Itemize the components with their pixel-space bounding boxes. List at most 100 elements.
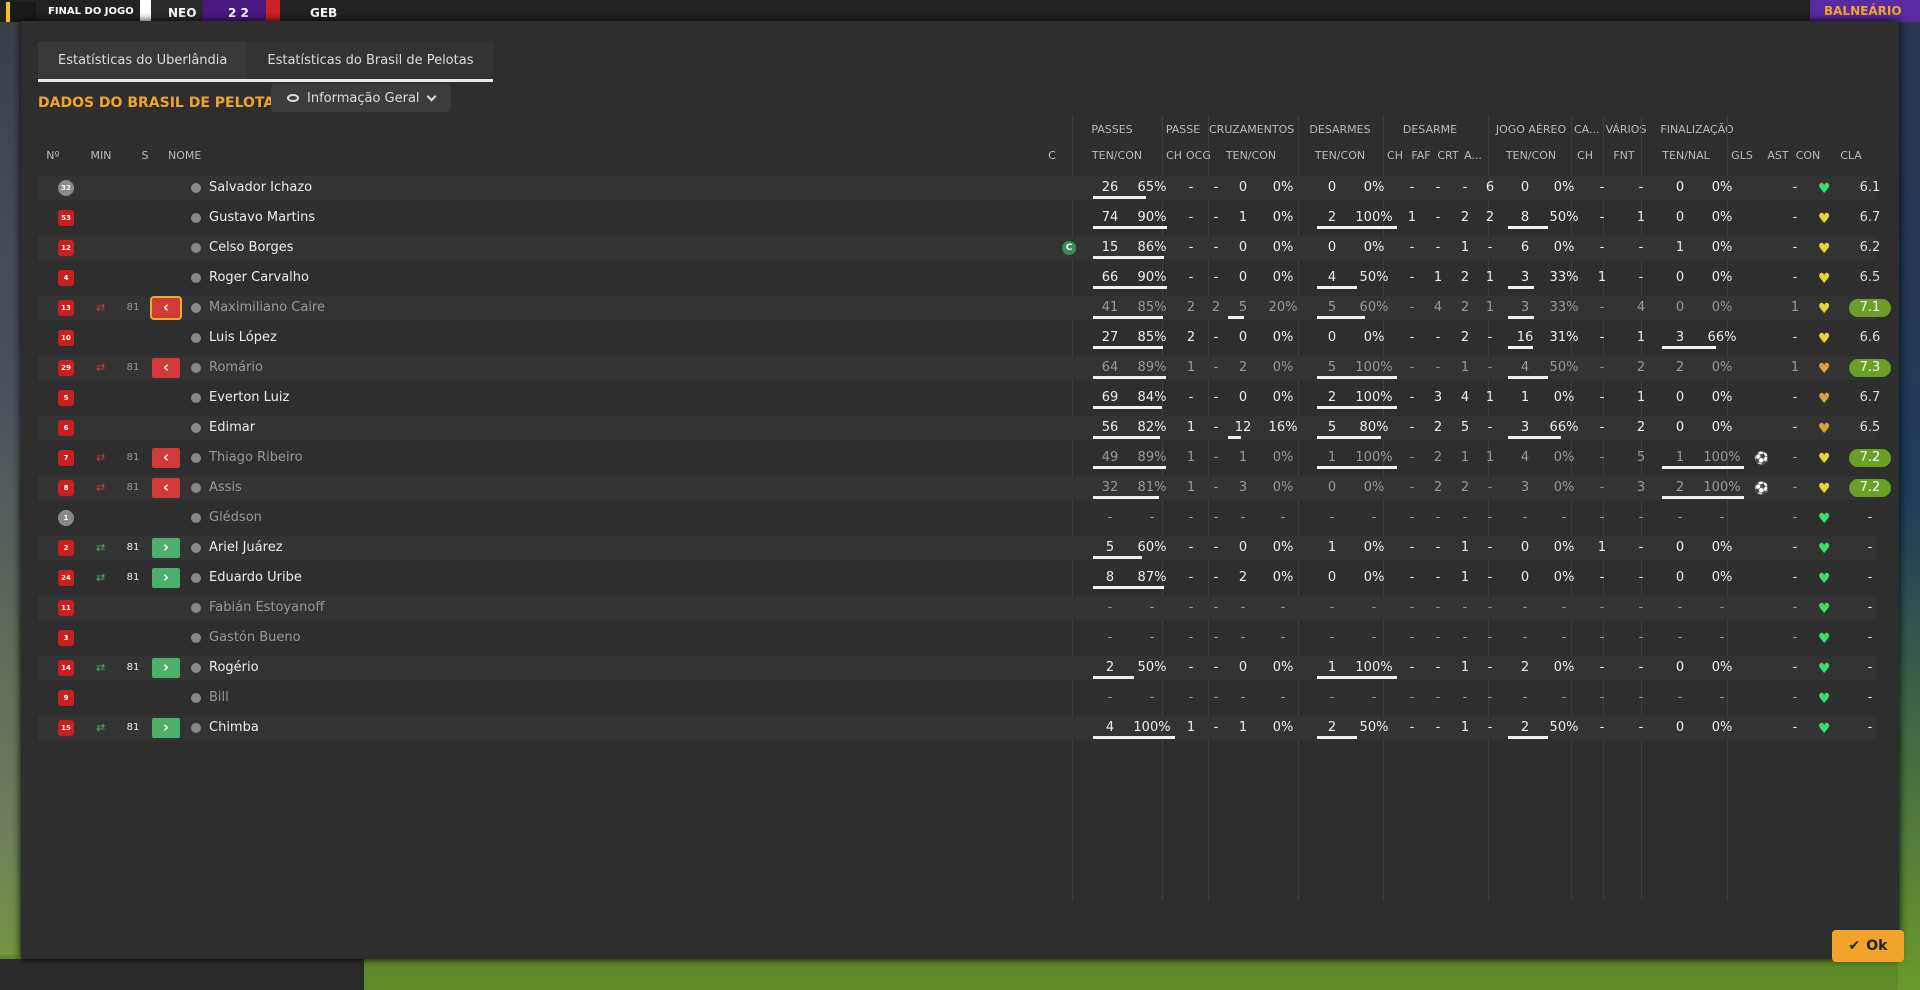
column-header[interactable]: TEN/CON [1491, 149, 1571, 162]
crosses-pct: 0% [1272, 210, 1294, 225]
tackles-bar [1317, 376, 1397, 379]
tab-uberlandia-stats[interactable]: Estatísticas do Uberlândia [38, 42, 248, 82]
column-header[interactable]: CRT [1437, 149, 1459, 162]
player-name[interactable]: Gastón Bueno [209, 626, 709, 650]
column-header[interactable]: A... [1464, 149, 1482, 162]
column-header[interactable]: TEN/CON [1076, 149, 1158, 162]
substituted-off-button[interactable]: ‹ [152, 358, 180, 378]
table-row[interactable]: 7 ⇄ 81 ‹ Thiago Ribeiro 49 89% 1-1 0% 1 100% -2 1 1 4 0… [38, 446, 1891, 470]
table-row[interactable]: 1 Glédson - - - - - - - - - - - - - - - - - - - ♥ - [38, 506, 1876, 530]
condition-heart-icon: ♥ [1818, 391, 1831, 407]
player-name[interactable]: Ariel Juárez [209, 536, 709, 560]
player-name[interactable]: Maximiliano Caire [209, 296, 709, 320]
player-name[interactable]: Bill [209, 686, 709, 710]
player-name[interactable]: Roger Carvalho [209, 266, 709, 290]
column-header[interactable]: GLS [1729, 149, 1755, 162]
passes-attempted: - [1107, 510, 1113, 525]
column-header[interactable]: CON [1794, 149, 1822, 162]
tackles-pct: - [1371, 510, 1377, 525]
aerial-attempted: - [1522, 510, 1528, 525]
tackle-ch: - [1409, 270, 1415, 285]
column-header[interactable]: CLA [1836, 149, 1866, 162]
column-header[interactable]: FNT [1606, 149, 1642, 162]
player-name[interactable]: Chimba [209, 716, 709, 740]
view-select[interactable]: Informação Geral [271, 84, 451, 112]
player-name[interactable]: Salvador Ichazo [209, 176, 709, 200]
substituted-on-button[interactable]: › [152, 658, 180, 678]
player-name[interactable]: Everton Luiz [209, 386, 709, 410]
table-row[interactable]: 12 Celso Borges C 15 86% - -0 0% 0 0% - -1-6 0% - -1 0%… [38, 236, 1880, 260]
substituted-off-button[interactable]: ‹ [152, 448, 180, 468]
player-name[interactable]: Fabián Estoyanoff [209, 596, 709, 620]
passes-pct: 50% [1137, 660, 1167, 675]
column-header[interactable]: NOME [168, 149, 228, 162]
substituted-off-button[interactable]: ‹ [150, 296, 182, 320]
player-name[interactable]: Celso Borges [209, 236, 709, 260]
player-name[interactable]: Edimar [209, 416, 709, 440]
substituted-on-button[interactable]: › [152, 718, 180, 738]
column-header[interactable]: TEN/CON [1209, 149, 1293, 162]
column-header[interactable]: S [135, 149, 155, 162]
shots-pct: 0% [1711, 720, 1733, 735]
substituted-on-button[interactable]: › [152, 568, 180, 588]
passes-bar [1093, 346, 1163, 349]
pass-key: - [1213, 660, 1219, 675]
tackles-pct: 0% [1363, 540, 1385, 555]
aerial-attempted: 2 [1520, 660, 1530, 675]
aerial-attempted: 4 [1520, 450, 1530, 465]
aerial-pct: 0% [1553, 240, 1575, 255]
dressing-room-button[interactable]: BALNEÁRIO [1810, 0, 1920, 22]
table-row[interactable]: 2 ⇄ 81 › Ariel Juárez 5 60% - -0 0% 1 0% - -1-0 0% 1-0 0… [38, 536, 1876, 560]
player-name[interactable]: Luis López [209, 326, 709, 350]
player-name[interactable]: Gustavo Martins [209, 206, 709, 230]
player-name[interactable]: Glédson [209, 506, 709, 530]
column-header[interactable]: CH [1165, 149, 1183, 162]
tackle-ch: - [1409, 450, 1415, 465]
cards: 1 [1460, 240, 1470, 255]
table-row[interactable]: 11 Fabián Estoyanoff - - - - - - - - - - - - - - - - - - - ♥ - [38, 596, 1876, 620]
table-row[interactable]: 24 ⇄ 81 › Eduardo Uribe 8 87% - -2 0% 0 0% - -1-0 0% - -… [38, 566, 1876, 590]
column-header[interactable]: MIN [86, 149, 116, 162]
column-header[interactable]: TEN/NAL [1645, 149, 1727, 162]
tab-brasil-pelotas-stats[interactable]: Estatísticas do Brasil de Pelotas [247, 42, 494, 82]
column-header[interactable]: Nº [41, 149, 65, 162]
player-name[interactable]: Romário [209, 356, 709, 380]
tackles-pct: - [1371, 690, 1377, 705]
substituted-off-button[interactable]: ‹ [152, 478, 180, 498]
tackle-a: - [1487, 330, 1493, 345]
assists: - [1792, 420, 1798, 435]
table-row[interactable]: 6 Edimar 56 82% 1-12 16% 5 80% -2 5-3 66% -2 0 0% - ♥ 6.… [38, 416, 1880, 440]
player-name[interactable]: Thiago Ribeiro [209, 446, 709, 470]
table-row[interactable]: 29 ⇄ 81 ‹ Romário 64 89% 1-2 0% 5 100% - -1-4 50% -2 2 0… [38, 356, 1891, 380]
table-row[interactable]: 13 ⇄ 81 ‹ Maximiliano Caire 41 85% 2 2 5 20% 5 60% -4… [38, 296, 1891, 320]
player-name[interactable]: Rogério [209, 656, 709, 680]
player-name[interactable]: Eduardo Uribe [209, 566, 709, 590]
captain-badge: C [1062, 241, 1076, 255]
table-row[interactable]: 15 ⇄ 81 › Chimba 4 100% 1-1 0% 2 50% - -1-2 50% - -0 0% -… [38, 716, 1876, 740]
table-row[interactable]: 3 Gastón Bueno - - - - - - - - - - - - - - - - - - - ♥ - [38, 626, 1876, 650]
ok-button[interactable]: ✔ Ok [1832, 930, 1904, 962]
player-name[interactable]: Assis [209, 476, 709, 500]
column-header[interactable]: C [1043, 149, 1061, 162]
column-header[interactable]: CH [1386, 149, 1404, 162]
column-header[interactable]: TEN/CON [1300, 149, 1380, 162]
column-header[interactable]: CH [1573, 149, 1597, 162]
table-row[interactable]: 8 ⇄ 81 ‹ Assis 32 81% 1-3 0% 0 0% -2 2-3 0% -3 2 100% ⚽ - ♥… [38, 476, 1891, 500]
table-row[interactable]: 9 Bill - - - - - - - - - - - - - - - - - - - ♥ - [38, 686, 1876, 710]
table-row[interactable]: 5 Everton Luiz 69 84% - -0 0% 2 100% -3 4 1 1 0% -1 0 0%… [38, 386, 1880, 410]
substituted-on-button[interactable]: › [152, 538, 180, 558]
table-row[interactable]: 10 Luis López 27 85% 2-0 0% 0 0% - -2-16 31% -1 3 66%… [38, 326, 1880, 350]
column-header[interactable]: OCG [1186, 149, 1211, 162]
table-row[interactable]: 53 Gustavo Martins 74 90% - -1 0% 2 100% 1-2 2 8 50%… [38, 206, 1880, 230]
fouls: - [1435, 630, 1441, 645]
table-row[interactable]: 14 ⇄ 81 › Rogério 2 50% - -0 0% 1 100% - -1-2 0% - -0 0% -… [38, 656, 1876, 680]
column-header[interactable]: FAF [1410, 149, 1432, 162]
column-header[interactable]: AST [1765, 149, 1791, 162]
ca-value: 1 [1597, 540, 1607, 555]
table-row[interactable]: 32 Salvador Ichazo 26 65% - -0 0% 0 0% - - -6 0 0% - -0… [38, 176, 1880, 200]
minute: 81 [126, 362, 140, 373]
table-row[interactable]: 4 Roger Carvalho 66 90% - -0 0% 4 50% -1 2 1 3 33% 1-0… [38, 266, 1880, 290]
aerial-pct: 0% [1553, 540, 1575, 555]
pass-chances: 1 [1186, 420, 1196, 435]
shirt-number-icon: 14 [58, 660, 74, 676]
